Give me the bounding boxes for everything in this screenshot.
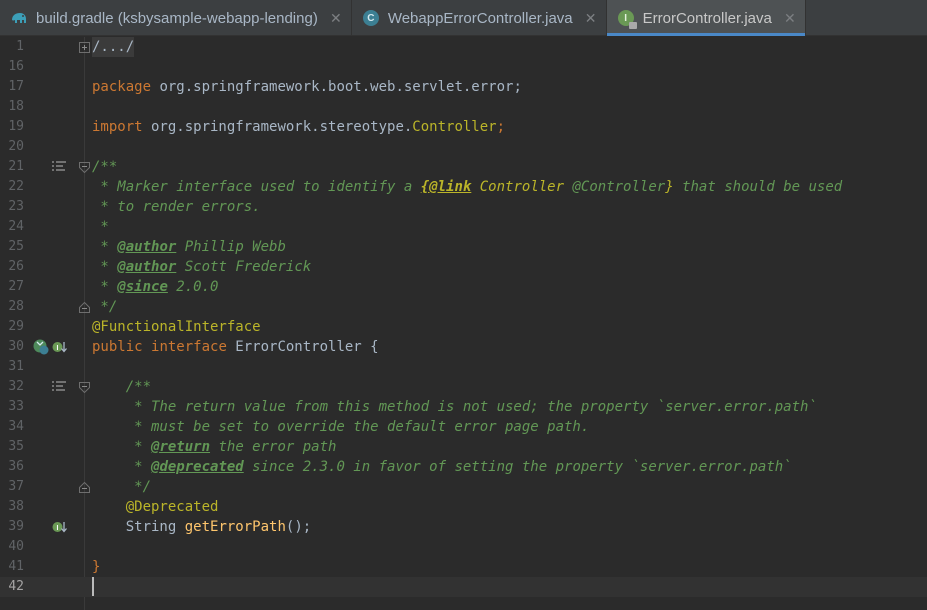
code-line: 19 import org.springframework.stereotype…: [0, 117, 927, 137]
line-number: 20: [8, 139, 24, 154]
implementations-icon[interactable]: [33, 337, 49, 357]
tab-build-gradle[interactable]: build.gradle (ksbysample-webapp-lending)…: [0, 0, 352, 36]
line-number: 16: [8, 59, 24, 74]
code-line: 32 /**: [0, 377, 927, 397]
code-line: 41 }: [0, 557, 927, 577]
code-line: 22 * Marker interface used to identify a…: [0, 177, 927, 197]
fold-collapse-icon[interactable]: [79, 377, 90, 397]
line-number: 17: [8, 79, 24, 94]
code-line: 21 /**: [0, 157, 927, 177]
line-number: 26: [8, 259, 24, 274]
code-line: 1 /.../: [0, 37, 927, 57]
code-line: 25 * @author Phillip Webb: [0, 237, 927, 257]
line-number: 38: [8, 499, 24, 514]
line-number: 31: [8, 359, 24, 374]
code-line: 29 @FunctionalInterface: [0, 317, 927, 337]
code-line: 38 @Deprecated: [0, 497, 927, 517]
implemented-method-icon[interactable]: I: [52, 517, 68, 537]
code-line: 18: [0, 97, 927, 117]
line-number: 18: [8, 99, 24, 114]
annotation: @Deprecated: [125, 499, 219, 515]
line-number: 36: [8, 459, 24, 474]
doc-render-icon[interactable]: [52, 377, 66, 397]
javadoc: /**: [92, 159, 118, 175]
line-number: 37: [8, 479, 24, 494]
line-number: 42: [8, 579, 24, 594]
tab-label: WebappErrorController.java: [387, 9, 573, 27]
code-line: 28 */: [0, 297, 927, 317]
code-editor[interactable]: 1 /.../ 16 17 package org.springframewor…: [0, 37, 927, 610]
code-line: 31: [0, 357, 927, 377]
line-number: 30: [8, 339, 24, 354]
tab-error-controller[interactable]: I ErrorController.java ✕: [606, 0, 806, 36]
code-line: 16: [0, 57, 927, 77]
code-line: 40: [0, 537, 927, 557]
fold-end-icon[interactable]: [79, 477, 90, 497]
code-line: 36 * @deprecated since 2.3.0 in favor of…: [0, 457, 927, 477]
line-number: 25: [8, 239, 24, 254]
close-icon[interactable]: ✕: [330, 10, 342, 26]
tab-webapp-error-controller[interactable]: C WebappErrorController.java ✕: [352, 0, 607, 36]
interface-icon: I: [617, 9, 637, 29]
close-icon[interactable]: ✕: [585, 10, 597, 26]
fold-expand-icon[interactable]: [79, 37, 90, 57]
code-line: 27 * @since 2.0.0: [0, 277, 927, 297]
text-caret: [92, 577, 94, 596]
close-icon[interactable]: ✕: [784, 10, 796, 26]
line-number: 21: [8, 159, 24, 174]
doc-render-icon[interactable]: [52, 157, 66, 177]
lock-icon: [628, 22, 637, 29]
code-line: 26 * @author Scott Frederick: [0, 257, 927, 277]
annotation: @FunctionalInterface: [92, 319, 261, 335]
line-number: 19: [8, 119, 24, 134]
keyword: package: [92, 79, 152, 95]
code-line: 34 * must be set to override the default…: [0, 417, 927, 437]
svg-text:I: I: [57, 525, 59, 532]
class-icon: C: [362, 9, 380, 27]
keyword: import: [92, 119, 143, 135]
line-number: 39: [8, 519, 24, 534]
svg-text:I: I: [57, 345, 59, 352]
fold-collapse-icon[interactable]: [79, 157, 90, 177]
line-number: 35: [8, 439, 24, 454]
code-line: 35 * @return the error path: [0, 437, 927, 457]
line-number: 23: [8, 199, 24, 214]
line-number: 27: [8, 279, 24, 294]
fold-end-icon[interactable]: [79, 297, 90, 317]
tab-label: build.gradle (ksbysample-webapp-lending): [36, 9, 318, 27]
line-number: 33: [8, 399, 24, 414]
code-line: 30 I public interface ErrorController {: [0, 337, 927, 357]
line-number: 32: [8, 379, 24, 394]
editor-tab-bar: build.gradle (ksbysample-webapp-lending)…: [0, 0, 927, 36]
functional-interface-icon[interactable]: I: [52, 337, 68, 357]
gradle-elephant-icon: [10, 9, 28, 27]
current-line[interactable]: 42: [0, 577, 927, 597]
line-number: 34: [8, 419, 24, 434]
line-number: 24: [8, 219, 24, 234]
code-line: 20: [0, 137, 927, 157]
method-name: getErrorPath: [184, 519, 286, 535]
line-number: 29: [8, 319, 24, 334]
code-line: 33 * The return value from this method i…: [0, 397, 927, 417]
code-line: 37 */: [0, 477, 927, 497]
code-line: 17 package org.springframework.boot.web.…: [0, 77, 927, 97]
folded-imports[interactable]: /.../: [92, 37, 135, 57]
line-number: 28: [8, 299, 24, 314]
line-number: 1: [16, 39, 24, 54]
tab-label: ErrorController.java: [642, 9, 772, 27]
line-number: 40: [8, 539, 24, 554]
line-number: 22: [8, 179, 24, 194]
line-number: 41: [8, 559, 24, 574]
code-line: 39 I String getErrorPath();: [0, 517, 927, 537]
code-line: 24 *: [0, 217, 927, 237]
code-line: 23 * to render errors.: [0, 197, 927, 217]
